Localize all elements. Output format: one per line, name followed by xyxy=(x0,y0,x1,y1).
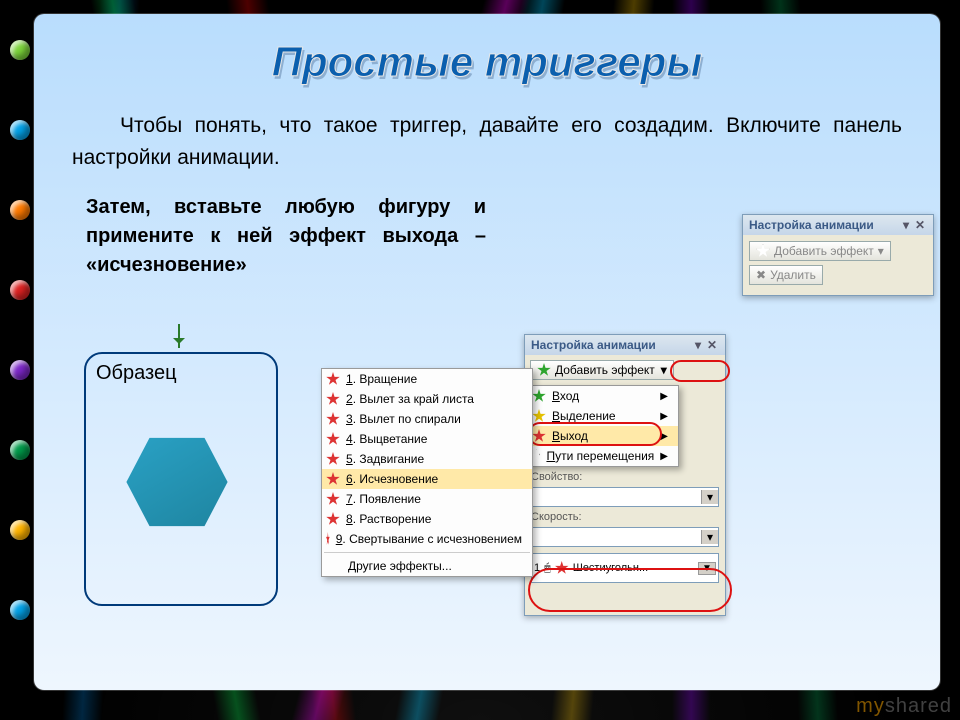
effect-index: 1 xyxy=(534,562,540,574)
effect-item-text: Шестиугольн... xyxy=(573,562,648,574)
effect-list-menu: 1. Вращение2. Вылет за край листа3. Выле… xyxy=(321,368,533,577)
chevron-down-icon[interactable]: ▼ xyxy=(698,562,716,575)
dot-icon xyxy=(10,440,30,460)
dot-icon xyxy=(10,600,30,620)
star-icon xyxy=(555,561,569,575)
panel-title-text: Настройка анимации xyxy=(531,338,656,352)
watermark: myshared xyxy=(856,695,952,718)
delete-button-disabled: ✖ Удалить xyxy=(749,265,823,285)
dot-icon xyxy=(10,280,30,300)
effect-menu-item[interactable]: 2. Вылет за край листа xyxy=(322,389,532,409)
speed-label: Скорость: xyxy=(525,509,725,525)
side-dots xyxy=(10,40,30,620)
category-item[interactable]: Выделение▶ xyxy=(528,406,678,426)
star-icon xyxy=(326,452,340,466)
category-item[interactable]: Пути перемещения▶ xyxy=(528,446,678,466)
property-label: Свойство: xyxy=(525,469,725,485)
arrow-down-icon xyxy=(178,324,180,348)
effect-list[interactable]: 1 🖱 Шестиугольн... ▼ xyxy=(531,553,719,583)
star-icon xyxy=(537,363,551,377)
category-item[interactable]: Вход▶ xyxy=(528,386,678,406)
chevron-right-icon: ▶ xyxy=(660,431,668,442)
effect-menu-item[interactable]: 9. Свертывание с исчезновением xyxy=(322,529,532,549)
effect-menu-item[interactable]: 3. Вылет по спирали xyxy=(322,409,532,429)
property-select[interactable]: ▾ xyxy=(531,487,719,507)
close-icon[interactable]: ✕ xyxy=(913,218,927,232)
star-icon xyxy=(326,372,340,386)
star-icon xyxy=(326,412,340,426)
panel-title: Настройка анимации ▾✕ xyxy=(525,335,725,355)
mouse-icon: 🖱 xyxy=(544,562,551,575)
star-icon xyxy=(532,389,546,403)
star-icon xyxy=(326,392,340,406)
page-title: Простые триггеры xyxy=(62,38,912,86)
effect-menu-item[interactable]: 7. Появление xyxy=(322,489,532,509)
dot-icon xyxy=(10,520,30,540)
star-icon xyxy=(532,449,540,463)
add-effect-button[interactable]: Добавить эффект ▾ xyxy=(530,360,674,380)
dot-icon xyxy=(10,200,30,220)
dropdown-icon[interactable]: ▾ xyxy=(691,338,705,352)
watermark-b: shared xyxy=(885,695,952,717)
intro-paragraph: Чтобы понять, что такое триггер, давайте… xyxy=(72,110,902,173)
close-icon[interactable]: ✕ xyxy=(705,338,719,352)
star-icon xyxy=(326,512,340,526)
effect-menu-item[interactable]: 8. Растворение xyxy=(322,509,532,529)
star-icon xyxy=(532,429,546,443)
effect-menu-item[interactable]: 1. Вращение xyxy=(322,369,532,389)
effect-menu-item[interactable]: 6. Исчезновение xyxy=(322,469,532,489)
star-icon xyxy=(326,492,340,506)
more-effects-item[interactable]: Другие эффекты... xyxy=(322,556,532,576)
effect-menu-item[interactable]: 5. Задвигание xyxy=(322,449,532,469)
speed-select[interactable]: ▾ xyxy=(531,527,719,547)
dot-icon xyxy=(10,40,30,60)
menu-separator xyxy=(324,552,530,553)
panel-mini-title-text: Настройка анимации xyxy=(749,218,874,232)
category-item[interactable]: Выход▶ xyxy=(528,426,678,446)
add-effect-button-disabled: Добавить эффект ▾ xyxy=(749,241,891,261)
animation-panel: Настройка анимации ▾✕ Добавить эффект ▾ … xyxy=(524,334,726,616)
star-icon xyxy=(326,472,340,486)
effect-category-menu: Вход▶Выделение▶Выход▶Пути перемещения▶ xyxy=(527,385,679,467)
star-icon xyxy=(326,432,340,446)
effect-menu-item[interactable]: 4. Выцветание xyxy=(322,429,532,449)
chevron-right-icon: ▶ xyxy=(660,391,668,402)
chevron-right-icon: ▶ xyxy=(660,451,668,462)
dot-icon xyxy=(10,360,30,380)
panel-mini-title: Настройка анимации ▾✕ xyxy=(743,215,933,235)
star-icon xyxy=(756,244,770,258)
slide-card: Простые триггеры Чтобы понять, что такое… xyxy=(34,14,940,690)
dropdown-icon[interactable]: ▾ xyxy=(899,218,913,232)
animation-panel-mini: Настройка анимации ▾✕ Добавить эффект ▾ … xyxy=(742,214,934,296)
dot-icon xyxy=(10,120,30,140)
star-icon xyxy=(532,409,546,423)
watermark-a: my xyxy=(856,695,885,717)
sample-label: Образец xyxy=(96,362,177,385)
chevron-right-icon: ▶ xyxy=(660,411,668,422)
instruction-paragraph: Затем, вставьте любую фигуру и примените… xyxy=(86,193,486,280)
star-icon xyxy=(326,532,330,546)
